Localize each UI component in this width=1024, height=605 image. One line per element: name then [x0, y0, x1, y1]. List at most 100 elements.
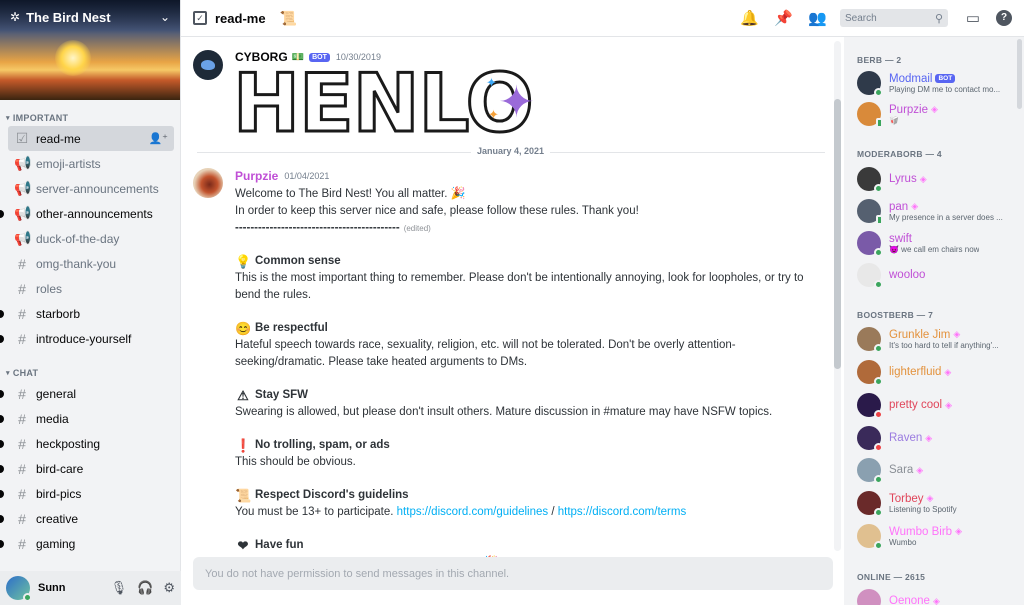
- member-purpzie[interactable]: Purpzie ◈ 🥡: [857, 100, 1017, 128]
- member-pan[interactable]: pan ◈ My presence in a server does ...: [857, 197, 1017, 225]
- message-area: CYBORG 💵 BOT 10/30/2019 HENLO ✦ ✦ ✦ Janu…: [181, 37, 844, 605]
- terms-link[interactable]: https://discord.com/terms: [558, 506, 686, 518]
- megaphone-icon: 📢: [14, 205, 32, 221]
- channel-duck-of-the-day[interactable]: 📢 duck-of-the-day: [8, 226, 174, 251]
- hash-icon: #: [18, 460, 26, 477]
- server-header[interactable]: ✲ The Bird Nest ⌄: [0, 0, 180, 34]
- channel-roles[interactable]: # roles: [8, 276, 174, 301]
- hash-icon: #: [18, 435, 26, 452]
- boost-gem-icon: ◈: [932, 595, 940, 605]
- microphone-icon[interactable]: 🎙: [111, 580, 128, 596]
- hash-icon: #: [18, 385, 26, 402]
- channel-gaming[interactable]: # gaming: [0, 531, 174, 556]
- member-modmail[interactable]: Modmail BOT Playing DM me to contact mo...: [857, 69, 1017, 97]
- channel-creative[interactable]: # creative: [0, 506, 174, 531]
- member-lighterfluid[interactable]: lighterfluid ◈: [857, 358, 1017, 386]
- channel-introduce-yourself[interactable]: # introduce-yourself: [0, 326, 174, 351]
- help-icon[interactable]: ?: [996, 10, 1012, 26]
- inbox-icon[interactable]: ▭: [964, 9, 982, 27]
- member-oenone[interactable]: Oenone ◈: [857, 587, 1017, 605]
- party-emoji-icon: 🎉: [450, 186, 466, 200]
- channel-starborb[interactable]: # starborb: [0, 301, 174, 326]
- channel-label: duck-of-the-day: [36, 231, 120, 246]
- category-chat[interactable]: ▾ CHAT: [0, 365, 180, 381]
- boost-gem-icon: ◈: [944, 366, 952, 377]
- boost-gem-icon: ◈: [919, 173, 927, 184]
- rule-title-text: Common sense: [255, 255, 341, 267]
- add-member-icon[interactable]: 👤⁺: [148, 132, 168, 145]
- channel-omg-thank-you[interactable]: # omg-thank-you: [8, 251, 174, 276]
- search-input[interactable]: Search ⚲: [840, 9, 948, 27]
- members-icon[interactable]: 👥: [808, 9, 827, 27]
- boost-gem-icon: ◈: [916, 464, 924, 475]
- username: Sunn: [38, 582, 66, 594]
- scrollbar-thumb[interactable]: [834, 99, 841, 369]
- gear-icon[interactable]: ⚙: [163, 580, 175, 596]
- channel-emoji-artists[interactable]: 📢 emoji-artists: [8, 151, 174, 176]
- guidelines-link[interactable]: https://discord.com/guidelines: [397, 506, 549, 518]
- member-torbey[interactable]: Torbey ◈ Listening to Spotify: [857, 489, 1017, 517]
- server-name: The Bird Nest: [26, 9, 111, 25]
- user-avatar[interactable]: [6, 576, 32, 602]
- purpzie-avatar[interactable]: [193, 168, 223, 198]
- rule-emoji-icon: 📜: [235, 488, 252, 503]
- channel-heckposting[interactable]: # heckposting: [0, 431, 174, 456]
- member-name: Lyrus: [889, 173, 917, 185]
- channel-label: gaming: [36, 536, 76, 551]
- bell-icon[interactable]: 🔔: [740, 9, 759, 27]
- member-sara[interactable]: Sara ◈: [857, 456, 1017, 484]
- online-status-icon: [874, 475, 883, 484]
- member-name-row: Purpzie ◈: [889, 104, 938, 116]
- channel-bird-care[interactable]: # bird-care: [0, 456, 174, 481]
- member-name-row: Raven ◈: [889, 432, 932, 444]
- member-list: BERB — 2 MODERABORB — 4 BOOSTBERB — 7 ONLIN…: [844, 37, 1024, 605]
- server-banner[interactable]: ✲ The Bird Nest ⌄: [0, 0, 180, 100]
- member-name-row: Sara ◈: [889, 464, 923, 476]
- pin-icon[interactable]: 📌: [774, 9, 793, 27]
- hash-icon: #: [18, 535, 26, 552]
- server-badge-icon: ✲: [10, 10, 21, 24]
- channel-server-announcements[interactable]: 📢 server-announcements: [8, 176, 174, 201]
- author-name[interactable]: Purpzie: [235, 169, 278, 183]
- channel-bird-pics[interactable]: # bird-pics: [0, 481, 174, 506]
- member-wooloo[interactable]: wooloo: [857, 261, 1017, 289]
- rule-title: ❗ No trolling, spam, or ads: [235, 437, 825, 454]
- member-grunkle-jim[interactable]: Grunkle Jim ◈ It's too hard to tell if any…: [857, 325, 1017, 353]
- channel-general[interactable]: # general: [0, 381, 174, 406]
- headphones-icon[interactable]: 🎧: [137, 580, 153, 596]
- channel-media[interactable]: # media: [0, 406, 174, 431]
- member-name: Torbey: [889, 492, 924, 505]
- member-raven[interactable]: Raven ◈: [857, 424, 1017, 452]
- rule-emoji-icon: ❗: [235, 438, 252, 453]
- member-pretty-cool[interactable]: pretty cool ◈: [857, 391, 1017, 419]
- unread-indicator: [0, 334, 4, 343]
- scrollbar[interactable]: [834, 41, 841, 551]
- member-group-header: BOOSTBERB — 7: [857, 310, 934, 320]
- cyborg-avatar[interactable]: [193, 50, 223, 80]
- unread-indicator: [0, 489, 4, 498]
- boost-gem-icon: ◈: [931, 104, 938, 114]
- member-name: pretty cool: [889, 399, 943, 411]
- chevron-down-icon[interactable]: ⌄: [160, 10, 170, 24]
- member-activity: My presence in a server does ...: [889, 212, 1003, 222]
- channel-other-announcements[interactable]: 📢 other-announcements: [0, 201, 174, 226]
- rule-emoji-icon: 😊: [235, 321, 252, 336]
- megaphone-icon: 📢: [14, 155, 32, 171]
- category-important[interactable]: ▾ IMPORTANT: [0, 110, 180, 126]
- member-info: Lyrus ◈: [889, 173, 927, 185]
- megaphone-icon: 📢: [14, 180, 32, 196]
- channel-label: media: [36, 411, 69, 426]
- scrollbar[interactable]: [1017, 39, 1022, 109]
- mobile-status-icon: [876, 215, 883, 225]
- channel-read-me[interactable]: ☑ read-me 👤⁺: [8, 126, 174, 151]
- member-wumbo-birb[interactable]: Wumbo Birb ◈ Wumbo: [857, 522, 1017, 550]
- rule-emoji-icon: ❤: [237, 538, 249, 553]
- channel-sidebar: ✲ The Bird Nest ⌄ ▾ IMPORTANT ☑ read-me 👤⁺…: [0, 0, 181, 605]
- member-lyrus[interactable]: Lyrus ◈: [857, 165, 1017, 193]
- member-swift[interactable]: swift 😈 we call em chairs now: [857, 229, 1017, 257]
